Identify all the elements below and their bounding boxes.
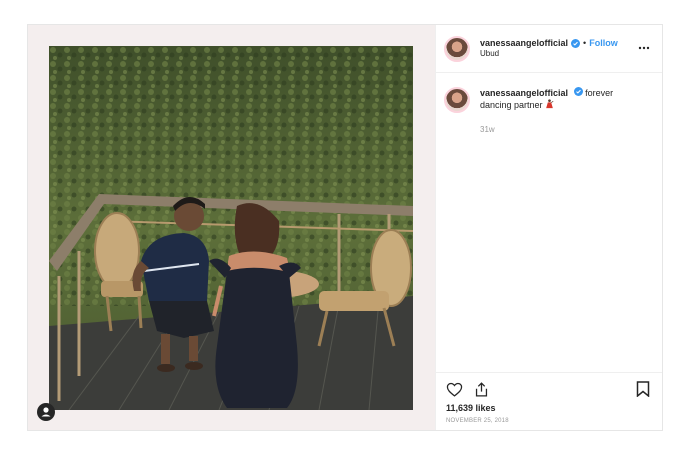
post-header: vanessaangelofficial • Follow Ubud (436, 25, 662, 73)
post-sidebar: vanessaangelofficial • Follow Ubud vanes… (435, 25, 662, 430)
post-date: NOVEMBER 25, 2018 (446, 418, 509, 424)
location-link[interactable]: Ubud (480, 49, 618, 59)
follow-button[interactable]: Follow (589, 38, 618, 49)
header-user-row: vanessaangelofficial • Follow (480, 38, 618, 49)
comments-section: vanessaangelofficial forever dancing par… (436, 73, 662, 372)
action-row (446, 379, 652, 399)
verified-badge-icon (571, 39, 581, 48)
more-options-icon[interactable] (638, 42, 650, 54)
likes-count[interactable]: 11,639 likes (446, 403, 652, 413)
separator-dot: • (583, 37, 587, 48)
verified-badge-icon (573, 87, 583, 96)
photo-illustration (49, 46, 413, 410)
heart-icon[interactable] (446, 381, 463, 398)
avatar[interactable] (444, 35, 470, 62)
dancer-emoji-icon (546, 99, 554, 109)
share-icon[interactable] (473, 381, 490, 398)
post-photo[interactable] (49, 46, 413, 410)
post-media-frame (28, 25, 435, 430)
caption-timestamp: 31w (480, 125, 495, 134)
post-actions: 11,639 likes NOVEMBER 25, 2018 (436, 372, 662, 430)
username-link[interactable]: vanessaangelofficial (480, 38, 568, 49)
caption-username-link[interactable]: vanessaangelofficial (480, 88, 568, 98)
instagram-post: vanessaangelofficial • Follow Ubud vanes… (27, 24, 663, 431)
caption-text: vanessaangelofficial forever dancing par… (480, 87, 630, 113)
caption: vanessaangelofficial forever dancing par… (444, 87, 654, 113)
user-tag-icon[interactable] (37, 403, 55, 421)
caption-avatar[interactable] (444, 87, 470, 113)
header-text: vanessaangelofficial • Follow Ubud (480, 38, 618, 59)
bookmark-icon[interactable] (636, 381, 650, 397)
